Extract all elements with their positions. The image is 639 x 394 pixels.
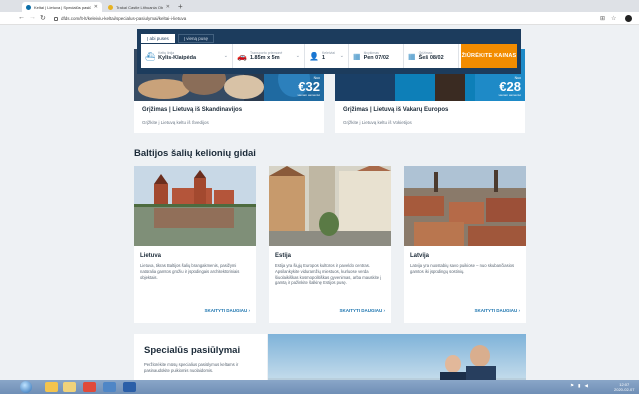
special-offers-title: Specialūs pasiūlymai (144, 345, 241, 356)
ret-value: Šeš 08/02 (418, 55, 444, 61)
search-prices-button[interactable]: ŽIŪRĖKITE KAINAS (461, 44, 517, 68)
translate-icon[interactable]: ⊞ (600, 15, 605, 22)
guide-title: Estija (275, 253, 292, 259)
reload-icon[interactable]: ↻ (40, 14, 46, 22)
file-explorer-icon[interactable] (63, 382, 76, 392)
tab-title: Keltai | Lietuva | Specialūs pasiū... (34, 4, 91, 10)
outbound-date[interactable]: ▦ Išvykimas Pen 07/02 (349, 44, 404, 68)
forward-icon[interactable]: → (29, 14, 36, 21)
network-icon[interactable]: ▮ (578, 383, 580, 389)
passengers-select[interactable]: 👤 Keleiviai 1 ⌄ (305, 44, 349, 68)
calendar-icon: ▦ (353, 51, 361, 61)
chevron-down-icon: ⌄ (339, 53, 344, 59)
booking-search-bar: Į abi puses Į vieną pusę ⛴ Keltų linija … (137, 29, 521, 74)
guide-description: Lietuva, tikras Baltijos šalių brangakme… (140, 263, 240, 280)
tab-one-way[interactable]: Į vieną pusę (177, 34, 215, 43)
word-icon[interactable] (123, 382, 136, 392)
promo-subtitle: Grįžkite į Lietuvą keltu iš Vokietijos (343, 120, 412, 125)
guide-title: Latvija (410, 253, 430, 259)
special-offers-image (268, 334, 526, 380)
guide-card-latvia[interactable]: Latvija Latvija yra nuostabių savo puiki… (404, 166, 526, 323)
pax-value: 1 (321, 55, 326, 61)
special-offers-desc: Peržiūrėkite mūsų specialius pasiūlymus … (144, 362, 239, 373)
back-icon[interactable]: ← (18, 14, 25, 21)
vehicle-value: 1.85m x 5m (249, 55, 280, 61)
address-bar-row: ← → ↻ dfds.com/lt-lt/keleiviu-keltai/spe… (0, 12, 639, 25)
flag-icon[interactable]: ⚑ (570, 383, 574, 389)
media-player-icon[interactable] (45, 382, 58, 392)
close-tab-icon[interactable]: ✕ (166, 4, 170, 10)
ship-icon: ⛴ (145, 51, 156, 61)
star-icon[interactable]: ☆ (611, 15, 616, 22)
system-tray: ⚑ ▮ ◀ (570, 383, 588, 389)
guide-card-lithuania[interactable]: Lietuva Lietuva, tikras Baltijos šalių b… (134, 166, 256, 323)
promo-price: Nuo €28 vienam asmeniui (498, 76, 521, 97)
guide-card-estonia[interactable]: Estija Estija yra šiųjų Europos kultūros… (269, 166, 391, 323)
read-more-link[interactable]: SKAITYTI DAUGIAU › (475, 308, 521, 313)
special-offers-card: Specialūs pasiūlymai Peržiūrėkite mūsų s… (134, 334, 267, 380)
promo-title: Grįžimas | Lietuvą iš Skandinavijos (142, 107, 243, 113)
promo-title: Grįžimas | Lietuvą iš Vakarų Europos (343, 107, 449, 113)
guide-title: Lietuva (140, 253, 162, 259)
chrome-icon[interactable] (83, 382, 96, 392)
car-icon: 🚗 (237, 51, 247, 61)
browser-tab-active[interactable]: Keltai | Lietuva | Specialūs pasiū... ✕ (22, 2, 102, 12)
dfds-favicon-icon (26, 4, 31, 10)
promo-subtitle: Grįžkite į Lietuvą keltu iš Švedijos (142, 120, 209, 125)
guides-heading: Baltijos šalių kelionių gidai (134, 148, 256, 159)
web-page: Nuo €32 vienam asmeniui Grįžimas | Lietu… (0, 25, 639, 380)
windows-taskbar: ⚑ ▮ ◀ 12:07 2020-02-07 (0, 380, 639, 394)
tab-round-trip[interactable]: Į abi puses (141, 34, 175, 43)
route-value: Kylis-Klaipėda (158, 55, 197, 61)
guide-image (134, 166, 256, 246)
guide-image (404, 166, 526, 246)
chevron-down-icon: ⌄ (223, 53, 228, 59)
chevron-down-icon: ⌄ (295, 53, 300, 59)
lock-icon (54, 16, 58, 21)
browser-tabbar: Keltai | Lietuva | Specialūs pasiū... ✕ … (0, 0, 639, 12)
new-tab-icon[interactable]: + (178, 2, 183, 11)
guide-description: Latvija yra nuostabių savo puikiose – nu… (410, 263, 515, 274)
out-value: Pen 07/02 (363, 55, 389, 61)
read-more-link[interactable]: SKAITYTI DAUGIAU › (205, 308, 251, 313)
route-select[interactable]: ⛴ Keltų linija Kylis-Klaipėda ⌄ (141, 44, 233, 68)
calendar-icon: ▦ (408, 51, 416, 61)
taskbar-clock[interactable]: 12:07 2020-02-07 (614, 382, 634, 392)
app-icon[interactable] (103, 382, 116, 392)
return-date[interactable]: ▦ Grįžimas Šeš 08/02 (404, 44, 459, 68)
images-favicon-icon (108, 4, 113, 10)
url-text: dfds.com/lt-lt/keleiviu-keltai/specialus… (61, 16, 187, 21)
volume-icon[interactable]: ◀ (585, 383, 588, 389)
promo-price: Nuo €32 vienam asmeniui (297, 76, 320, 97)
guide-description: Estija yra šiųjų Europos kultūros ir pav… (275, 263, 382, 286)
person-icon: 👤 (309, 51, 319, 61)
tab-title: Trakai Castle Lithuania Obrazy... (116, 4, 163, 10)
url-field[interactable]: dfds.com/lt-lt/keleiviu-keltai/specialus… (54, 14, 594, 23)
profile-avatar[interactable] (625, 15, 632, 22)
start-button[interactable] (20, 381, 32, 393)
browser-tab-inactive[interactable]: Trakai Castle Lithuania Obrazy... ✕ (104, 2, 174, 12)
guide-image (269, 166, 391, 246)
vehicle-select[interactable]: 🚗 Transporto priemonė 1.85m x 5m ⌄ (233, 44, 305, 68)
read-more-link[interactable]: SKAITYTI DAUGIAU › (340, 308, 386, 313)
close-tab-icon[interactable]: ✕ (94, 4, 98, 10)
